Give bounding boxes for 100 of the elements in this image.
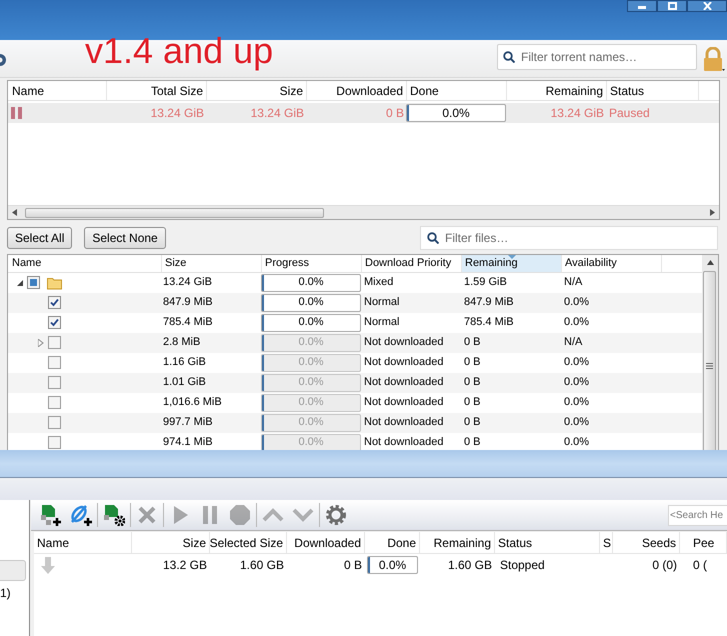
- checkbox[interactable]: [48, 316, 61, 329]
- column-header[interactable]: Downloaded: [307, 81, 407, 100]
- progress-text: 0.0%: [298, 295, 324, 310]
- cell-text: Not downloaded: [363, 435, 445, 450]
- side-button[interactable]: [0, 560, 26, 581]
- column-header[interactable]: Size: [207, 81, 307, 100]
- vertical-scrollbar[interactable]: [702, 255, 718, 450]
- scroll-right-icon[interactable]: [710, 209, 715, 216]
- checkbox[interactable]: [27, 276, 40, 289]
- progress-text: 0.0%: [298, 395, 324, 410]
- progress-text: 0.0%: [298, 275, 324, 290]
- checkbox[interactable]: [48, 376, 61, 389]
- scrollbar-thumb[interactable]: [703, 271, 716, 450]
- cell-text: Not downloaded: [363, 415, 445, 430]
- version-label: v1.4 and up: [85, 29, 274, 73]
- action-button[interactable]: Select All: [7, 227, 72, 249]
- checkbox[interactable]: [48, 356, 61, 369]
- search-icon: [503, 51, 515, 63]
- maximize-button[interactable]: [657, 0, 687, 12]
- scrollbar-thumb[interactable]: [25, 208, 324, 218]
- cell-text: 0.0%: [563, 315, 590, 330]
- settings-icon[interactable]: [325, 504, 347, 526]
- settings-icon[interactable]: [0, 52, 8, 68]
- progress-text: 0.0%: [298, 355, 324, 370]
- column-header[interactable]: Remaining: [420, 532, 495, 553]
- column-header[interactable]: Size: [132, 532, 210, 553]
- search-icon: [427, 232, 439, 244]
- column-header[interactable]: Progress: [262, 255, 362, 272]
- cell-text: 13.24 GiB: [162, 275, 213, 290]
- expander-icon[interactable]: [17, 280, 23, 286]
- torrent-filter-field[interactable]: Filter torrent names…: [497, 44, 697, 70]
- column-header[interactable]: Status: [495, 532, 600, 553]
- progress-text: 0.0%: [298, 415, 324, 430]
- progress-text: 0.0%: [298, 335, 324, 350]
- checkbox[interactable]: [48, 296, 61, 309]
- column-header[interactable]: Remaining: [462, 255, 562, 272]
- column-header[interactable]: Availability: [562, 255, 662, 272]
- cell-text: N/A: [563, 275, 584, 290]
- cell-text: 0 B: [463, 435, 482, 450]
- cell-text: 0.0%: [563, 415, 590, 430]
- cell-text: 847.9 MiB: [162, 295, 214, 310]
- column-header[interactable]: Size: [162, 255, 262, 272]
- minimize-button[interactable]: [627, 0, 657, 12]
- horizontal-scrollbar[interactable]: [8, 205, 719, 219]
- transfer-row[interactable]: 13.2 GB 1.60 GB 0 B 0.0% 1.60 GB Stopped 0 (0) 0 (: [34, 554, 727, 576]
- column-header[interactable]: Name: [9, 81, 107, 100]
- column-header[interactable]: Done: [407, 81, 507, 100]
- column-header[interactable]: Name: [34, 532, 132, 553]
- action-button[interactable]: Select None: [84, 227, 166, 249]
- cell-text: 1.01 GiB: [162, 375, 207, 390]
- progress-text: 0.0%: [378, 557, 406, 573]
- cell-text: 1.16 GiB: [162, 355, 207, 370]
- maximize-icon: [668, 2, 676, 10]
- checkbox[interactable]: [48, 436, 61, 449]
- scroll-left-icon[interactable]: [12, 209, 17, 216]
- minimize-icon: [638, 6, 646, 9]
- cell-text: 1,016.6 MiB: [162, 395, 223, 410]
- cell-text: 13.24 GiB: [150, 105, 205, 122]
- cell-text: Not downloaded: [363, 395, 445, 410]
- cell-text: 785.4 MiB: [162, 315, 214, 330]
- column-header[interactable]: Seeds: [613, 532, 680, 553]
- column-header[interactable]: Downloaded: [287, 532, 365, 553]
- close-button[interactable]: [687, 0, 727, 12]
- column-header[interactable]: Total Size: [107, 81, 207, 100]
- scroll-up-icon[interactable]: [706, 260, 714, 265]
- checkbox[interactable]: [48, 336, 61, 349]
- cell-text: 0.0%: [563, 355, 590, 370]
- column-header[interactable]: S: [600, 532, 613, 553]
- cell-text: 974.1 MiB: [162, 435, 214, 450]
- help-search-field[interactable]: <Search He: [668, 505, 727, 526]
- column-header[interactable]: Status: [607, 81, 699, 100]
- torrent-row[interactable]: 13.24 GiB 13.24 GiB 0 B 0.0% 13.24 GiB Paused: [8, 103, 719, 123]
- checkbox[interactable]: [48, 396, 61, 409]
- cell-text: Mixed: [363, 275, 394, 290]
- cell-text: 847.9 MiB: [463, 295, 515, 310]
- add-link-icon[interactable]: [70, 504, 92, 526]
- folder-icon: [47, 276, 62, 290]
- status-text: Paused: [608, 105, 651, 122]
- cell-text: Normal: [363, 295, 400, 310]
- cell-text: Not downloaded: [363, 335, 445, 350]
- checkbox[interactable]: [48, 416, 61, 429]
- cell-text: 0 (: [692, 557, 708, 574]
- cell-text: 0.0%: [563, 395, 590, 410]
- file-filter-field[interactable]: Filter files…: [420, 226, 718, 250]
- cell-text: 997.7 MiB: [162, 415, 214, 430]
- file-settings-icon[interactable]: [103, 504, 125, 526]
- column-header[interactable]: Done: [365, 532, 420, 553]
- cell-text: Not downloaded: [363, 375, 445, 390]
- cell-text: 0 B: [463, 335, 482, 350]
- cell-text: 0 B: [463, 415, 482, 430]
- sort-icon: [508, 255, 516, 259]
- column-header[interactable]: Pee: [680, 532, 727, 553]
- column-header[interactable]: Name: [9, 255, 162, 272]
- column-header[interactable]: Remaining: [507, 81, 607, 100]
- cell-text: 2.8 MiB: [162, 335, 202, 350]
- cell-text: 0 B: [463, 395, 482, 410]
- column-header[interactable]: Selected Size: [210, 532, 287, 553]
- cell-text: 0.0%: [563, 435, 590, 450]
- lock-icon[interactable]: [702, 47, 726, 73]
- add-file-icon[interactable]: [40, 504, 62, 526]
